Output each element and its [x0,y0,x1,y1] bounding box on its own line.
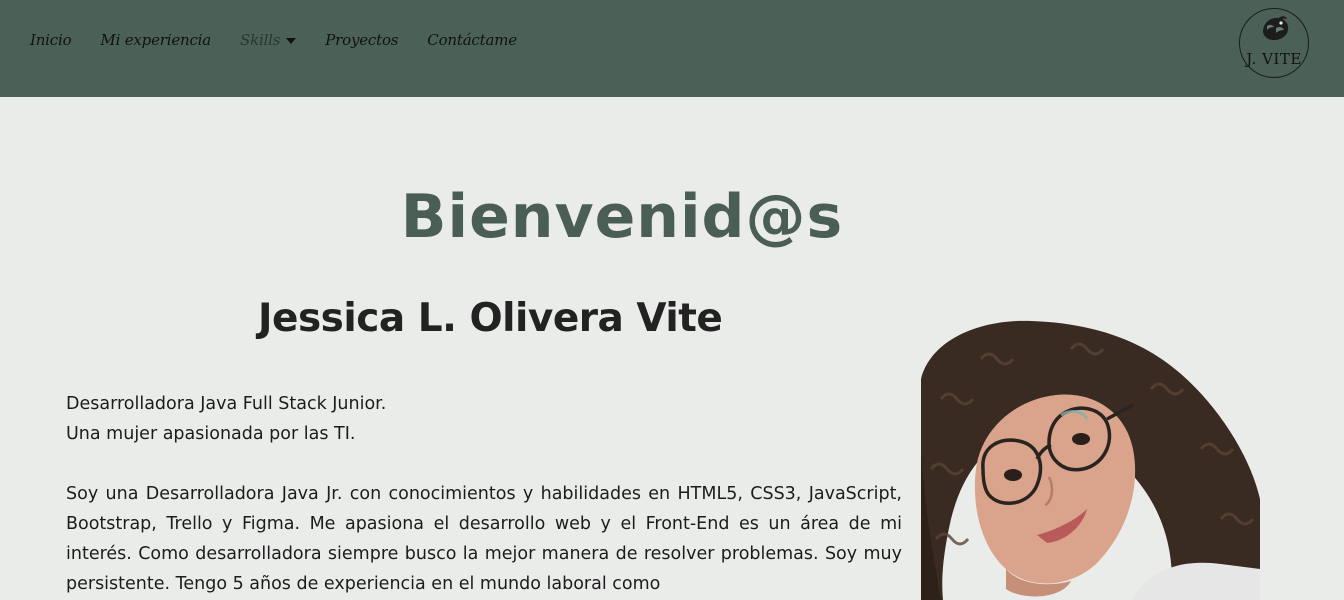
logo-text: J. VITE [1246,50,1302,68]
brand-logo[interactable]: J. VITE [1239,8,1309,78]
profile-name: Jessica L. Olivera Vite [258,296,723,341]
tagline-role: Desarrolladora Java Full Stack Junior. [66,394,387,414]
welcome-heading: Bienvenid@s [400,182,844,252]
nav-link-mi-experiencia[interactable]: Mi experiencia [100,31,211,49]
chevron-down-icon [286,38,297,44]
nav-link-label: Contáctame [427,31,517,49]
nav-link-label: Mi experiencia [100,31,212,49]
profile-photo [921,319,1260,600]
nav-menu: Inicio Mi experiencia Skills Proyectos C… [30,31,517,49]
tagline-passion: Una mujer apasionada por las TI. [66,424,356,444]
nav-link-label: Proyectos [325,31,399,49]
nav-link-contactame[interactable]: Contáctame [427,31,517,49]
logo-bird-icon [1263,16,1289,40]
nav-link-inicio[interactable]: Inicio [30,31,72,49]
bio-paragraph: Soy una Desarrolladora Java Jr. con cono… [66,484,902,594]
nav-link-label: Skills [240,31,281,49]
profile-photo-illustration [921,320,1260,600]
nav-link-proyectos[interactable]: Proyectos [325,31,398,49]
intro-text: Desarrolladora Java Full Stack Junior. U… [66,389,902,449]
nav-dropdown-skills[interactable]: Skills [240,31,297,49]
nav-link-label: Inicio [30,31,72,49]
navbar: Inicio Mi experiencia Skills Proyectos C… [0,0,1344,97]
